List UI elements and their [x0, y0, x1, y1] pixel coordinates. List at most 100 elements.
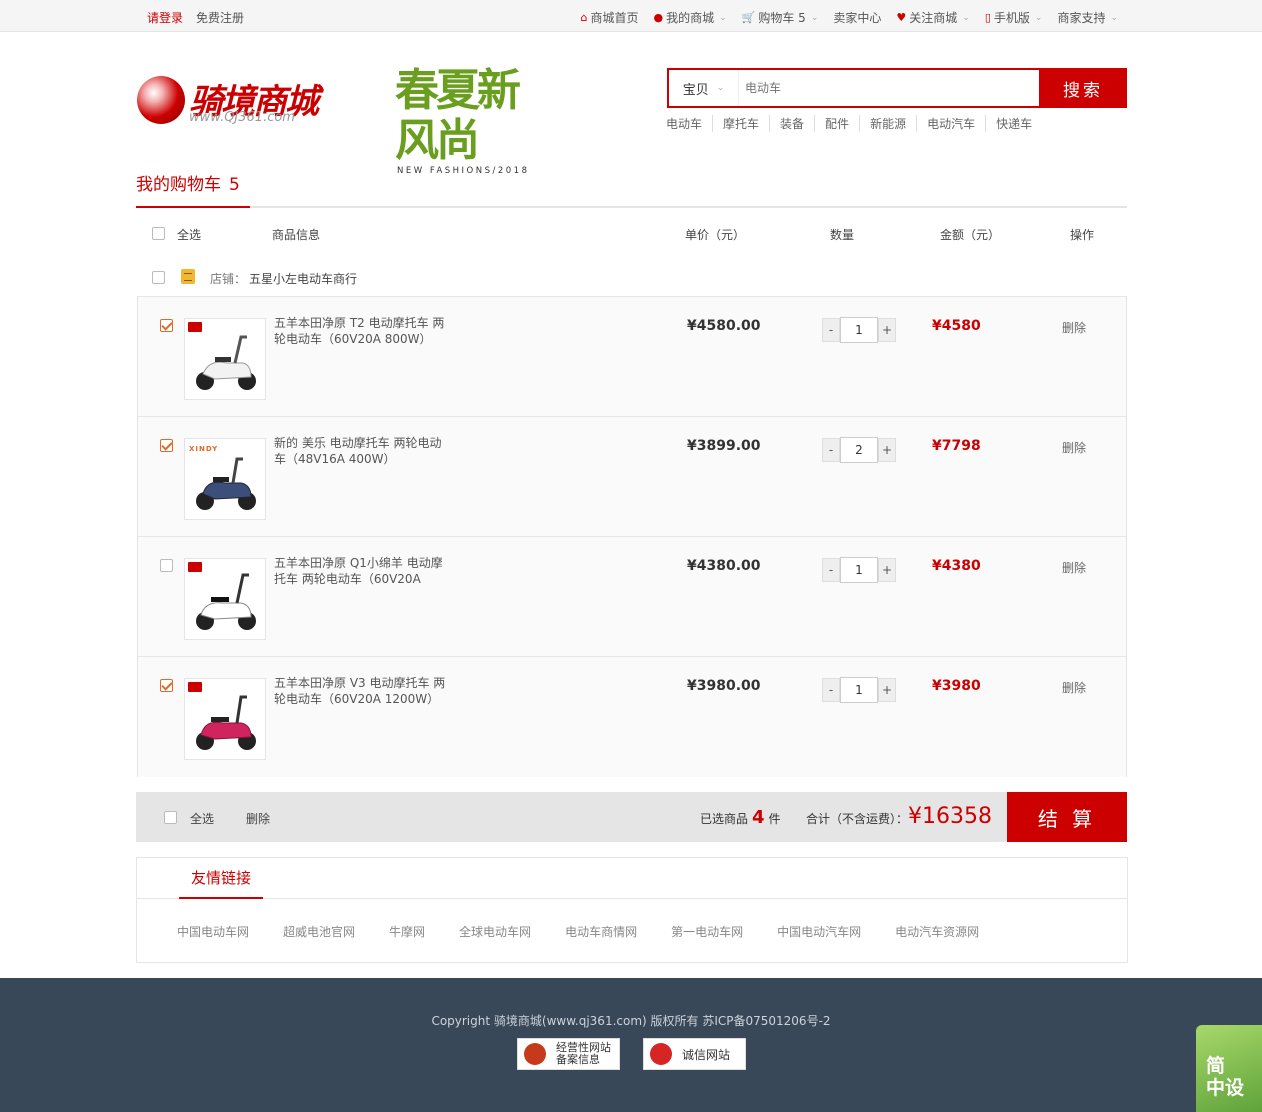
nav-mobile[interactable]: ▯ 手机版 ⌄	[985, 9, 1043, 26]
cart-icon: 🛒	[741, 11, 756, 24]
language-widget[interactable]: 简 中设	[1196, 1025, 1262, 1112]
header-select-all: 全选	[177, 228, 202, 242]
footer-select-all-checkbox[interactable]	[164, 811, 177, 824]
nav-home[interactable]: ⌂ 商城首页	[580, 9, 638, 26]
shop-name-link[interactable]: 五星小左电动车商行	[249, 270, 357, 287]
qty-increase-button[interactable]: +	[878, 558, 896, 582]
hotword-link[interactable]: 新能源	[859, 115, 916, 132]
item-checkbox[interactable]	[160, 319, 173, 332]
friend-link[interactable]: 电动汽车资源网	[895, 923, 979, 940]
icp-cert-text: 经营性网站 备案信息	[556, 1042, 611, 1066]
chevron-down-icon: ⌄	[962, 12, 970, 23]
cart-title-bar: 我的购物车 5	[136, 170, 1127, 208]
product-thumbnail[interactable]	[184, 318, 266, 400]
user-icon: ●	[653, 11, 664, 24]
nav-support-label: 商家支持	[1057, 11, 1106, 25]
quantity-stepper: - +	[822, 317, 900, 343]
promo-banner[interactable]: 春夏新风尚 NEW FASHIONS/2018	[395, 66, 555, 177]
trust-site-badge[interactable]: 诚信网站	[643, 1038, 746, 1070]
qty-increase-button[interactable]: +	[878, 318, 896, 342]
nav-seller-label: 卖家中心	[833, 11, 882, 25]
friend-link[interactable]: 牛摩网	[389, 923, 425, 940]
top-bar: 请登录 免费注册 ⌂ 商城首页 ● 我的商城 ⌄ 🛒 购物车 5 ⌄ 卖家中心 ♥ 关注商城…	[0, 0, 1262, 32]
delete-item-link[interactable]: 删除	[1062, 439, 1086, 456]
friend-links-header: 友情链接	[137, 858, 1127, 899]
site-logo[interactable]: 骑境商城 www.QJ361.com	[137, 72, 352, 128]
hotword-link[interactable]: 快递车	[985, 115, 1042, 132]
search-category-select[interactable]: 宝贝 ⌄	[669, 70, 739, 106]
qty-decrease-button[interactable]: -	[822, 558, 840, 582]
product-name-link[interactable]: 五羊本田净原 V3 电动摩托车 两轮电动车（60V20A 1200W）	[274, 675, 449, 707]
friend-link[interactable]: 第一电动车网	[671, 923, 743, 940]
item-checkbox[interactable]	[160, 439, 173, 452]
shop-row: 店铺： 五星小左电动车商行	[136, 268, 1127, 288]
product-thumbnail[interactable]	[184, 678, 266, 760]
shop-checkbox[interactable]	[152, 271, 165, 284]
friend-link[interactable]: 超威电池官网	[283, 923, 355, 940]
total-label: 合计（不含运费）：	[806, 812, 909, 826]
shop-icon	[181, 269, 195, 284]
badge-seal-icon	[524, 1043, 546, 1065]
cart-items: 五羊本田净原 T2 电动摩托车 两轮电动车（60V20A 800W） ¥4580…	[137, 296, 1127, 777]
qty-input[interactable]	[840, 557, 878, 583]
product-name-link[interactable]: 五羊本田净原 T2 电动摩托车 两轮电动车（60V20A 800W）	[274, 315, 449, 347]
hot-words: 电动车 摩托车 装备 配件 新能源 电动汽车 快递车	[666, 115, 1042, 132]
qty-decrease-button[interactable]: -	[822, 678, 840, 702]
delete-item-link[interactable]: 删除	[1062, 319, 1086, 336]
brand-badge-icon	[188, 562, 202, 572]
login-link[interactable]: 请登录	[147, 9, 183, 26]
hotword-link[interactable]: 摩托车	[712, 115, 769, 132]
delete-item-link[interactable]: 删除	[1062, 559, 1086, 576]
nav-follow[interactable]: ♥ 关注商城 ⌄	[896, 9, 969, 26]
checkout-button[interactable]: 结 算	[1007, 792, 1127, 842]
total-amount: ¥16358	[908, 804, 992, 829]
qty-decrease-button[interactable]: -	[822, 318, 840, 342]
icp-cert-badge[interactable]: 经营性网站 备案信息	[517, 1038, 620, 1070]
auth-links: 请登录 免费注册	[147, 9, 244, 26]
search-input[interactable]	[739, 70, 1039, 106]
delete-item-link[interactable]: 删除	[1062, 679, 1086, 696]
product-name-link[interactable]: 新的 美乐 电动摩托车 两轮电动车（48V16A 400W）	[274, 435, 449, 467]
batch-delete-link[interactable]: 删除	[246, 810, 270, 827]
hotword-link[interactable]: 电动车	[666, 115, 712, 132]
header-info: 商品信息	[272, 228, 321, 242]
qty-input[interactable]	[840, 677, 878, 703]
nav-support[interactable]: 商家支持 ⌄	[1057, 9, 1118, 26]
qty-increase-button[interactable]: +	[878, 438, 896, 462]
qty-input[interactable]	[840, 437, 878, 463]
search-button[interactable]: 搜索	[1039, 68, 1127, 108]
header-amount: 金额（元）	[940, 228, 1001, 242]
unit-price: ¥4580.00	[687, 318, 761, 334]
nav-mobile-label: 手机版	[993, 11, 1030, 25]
icp-cert-line2: 备案信息	[556, 1053, 600, 1066]
logo-ball-icon	[137, 76, 185, 124]
nav-cart[interactable]: 🛒 购物车 5 ⌄	[742, 9, 819, 26]
quantity-stepper: - +	[822, 677, 900, 703]
hotword-link[interactable]: 配件	[814, 115, 859, 132]
qty-decrease-button[interactable]: -	[822, 438, 840, 462]
nav-seller[interactable]: 卖家中心	[833, 9, 881, 26]
friend-link[interactable]: 电动车商情网	[565, 923, 637, 940]
unit-price: ¥4380.00	[687, 558, 761, 574]
search-box: 宝贝 ⌄ 搜索	[667, 68, 1127, 108]
item-checkbox[interactable]	[160, 559, 173, 572]
friend-link[interactable]: 中国电动汽车网	[777, 923, 861, 940]
hotword-link[interactable]: 装备	[769, 115, 814, 132]
friend-link[interactable]: 中国电动车网	[177, 923, 249, 940]
select-all-checkbox[interactable]	[152, 227, 165, 240]
qty-increase-button[interactable]: +	[878, 678, 896, 702]
hotword-link[interactable]: 电动汽车	[916, 115, 985, 132]
footer-select-all-label[interactable]: 全选	[190, 810, 214, 827]
product-name-link[interactable]: 五羊本田净原 Q1小绵羊 电动摩托车 两轮电动车（60V20A	[274, 555, 449, 587]
widget-line2: 中设	[1206, 1077, 1245, 1099]
trust-site-text: 诚信网站	[682, 1047, 731, 1062]
friend-link[interactable]: 全球电动车网	[459, 923, 531, 940]
line-amount: ¥4580	[932, 318, 981, 334]
product-thumbnail[interactable]	[184, 558, 266, 640]
product-thumbnail[interactable]: XINDY	[184, 438, 266, 520]
qty-input[interactable]	[840, 317, 878, 343]
item-checkbox[interactable]	[160, 679, 173, 692]
nav-my-mall[interactable]: ● 我的商城 ⌄	[653, 9, 726, 26]
heart-icon: ♥	[896, 11, 907, 24]
register-link[interactable]: 免费注册	[196, 9, 244, 26]
